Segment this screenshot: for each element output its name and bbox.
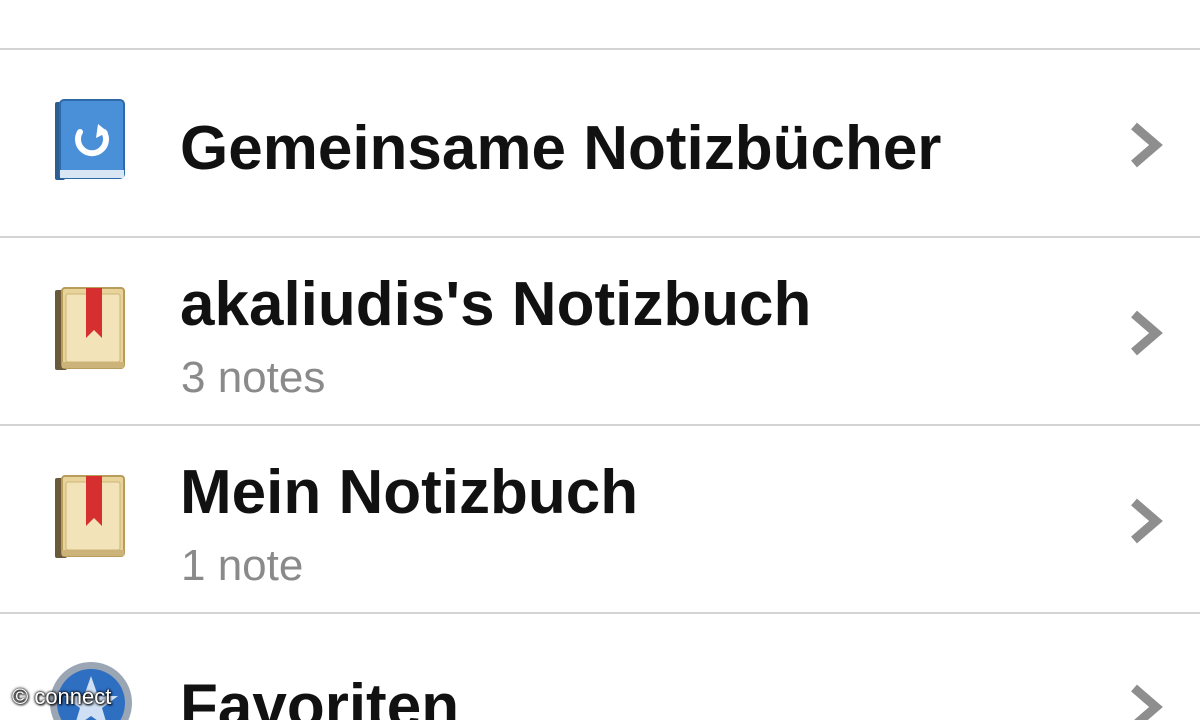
chevron-right-icon [1126, 310, 1166, 356]
notebook-row-akaliudis[interactable]: akaliudis's Notizbuch 3 notes [0, 238, 1200, 424]
notebook-row-mein[interactable]: Mein Notizbuch 1 note [0, 426, 1200, 612]
notebook-row-shared[interactable]: Gemeinsame Notizbücher [0, 50, 1200, 236]
notebook-row-favorites[interactable]: Favoriten [0, 614, 1200, 720]
notebook-title: Mein Notizbuch [180, 458, 639, 527]
notebook-title: Gemeinsame Notizbücher [180, 114, 942, 183]
note-count: 3 notes [181, 353, 326, 402]
shared-notebook-icon [52, 98, 128, 187]
notebook-title: akaliudis's Notizbuch [180, 270, 812, 339]
notebook-icon [52, 474, 128, 565]
notebook-icon [52, 286, 128, 377]
note-count: 1 note [181, 541, 304, 590]
copyright-watermark: © connect [12, 684, 112, 709]
notebook-title: Favoriten [180, 672, 460, 720]
chevron-right-icon [1126, 498, 1166, 544]
notebook-list-screen: Gemeinsame Notizbücher akaliudis's Notiz… [0, 0, 1200, 720]
chevron-right-icon [1126, 122, 1166, 168]
chevron-right-icon [1126, 684, 1166, 720]
